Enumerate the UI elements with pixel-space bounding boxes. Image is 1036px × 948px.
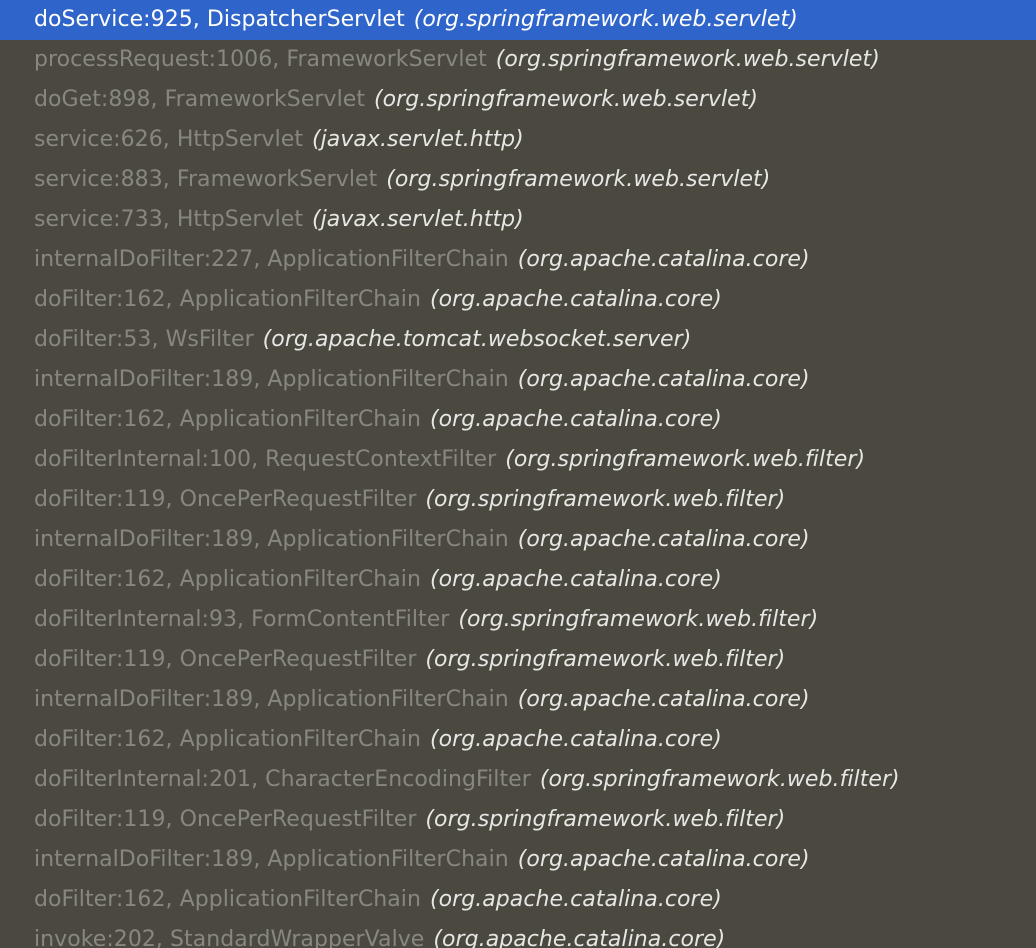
frame-package: (org.springframework.web.filter) — [539, 767, 900, 792]
frame-row[interactable]: doFilter:119, OncePerRequestFilter (org.s… — [0, 800, 1036, 840]
frame-method: doFilterInternal:100, RequestContextFilt… — [34, 447, 497, 472]
frame-method: doFilter:162, ApplicationFilterChain — [34, 567, 421, 592]
frame-package: (javax.servlet.http) — [312, 127, 524, 152]
frame-row[interactable]: invoke:202, StandardWrapperValve (org.apa… — [0, 920, 1036, 948]
frame-method: service:626, HttpServlet — [34, 127, 303, 152]
frame-row[interactable]: doFilterInternal:93, FormContentFilter (o… — [0, 600, 1036, 640]
frame-method: doService:925, DispatcherServlet — [34, 7, 405, 32]
frame-row[interactable]: doFilter:119, OncePerRequestFilter (org.s… — [0, 640, 1036, 680]
frame-row[interactable]: processRequest:1006, FrameworkServlet (or… — [0, 40, 1036, 80]
frame-package: (javax.servlet.http) — [312, 207, 524, 232]
frame-package: (org.apache.catalina.core) — [429, 407, 722, 432]
frame-method: doFilter:162, ApplicationFilterChain — [34, 407, 421, 432]
frame-row[interactable]: doFilter:53, WsFilter (org.apache.tomcat.… — [0, 320, 1036, 360]
frame-package: (org.apache.catalina.core) — [517, 687, 810, 712]
frame-row[interactable]: doFilter:119, OncePerRequestFilter (org.s… — [0, 480, 1036, 520]
frame-row[interactable]: service:883, FrameworkServlet (org.spring… — [0, 160, 1036, 200]
frame-method: doFilter:53, WsFilter — [34, 327, 254, 352]
frame-method: internalDoFilter:189, ApplicationFilterC… — [34, 687, 509, 712]
frame-row[interactable]: internalDoFilter:189, ApplicationFilterC… — [0, 360, 1036, 400]
frame-method: doGet:898, FrameworkServlet — [34, 87, 365, 112]
frame-row[interactable]: doFilter:162, ApplicationFilterChain (org… — [0, 400, 1036, 440]
frame-package: (org.apache.catalina.core) — [429, 887, 722, 912]
frame-method: service:733, HttpServlet — [34, 207, 303, 232]
frame-package: (org.springframework.web.filter) — [505, 447, 866, 472]
frame-package: (org.apache.catalina.core) — [517, 527, 810, 552]
frame-method: doFilter:162, ApplicationFilterChain — [34, 727, 421, 752]
frame-package: (org.springframework.web.filter) — [458, 607, 819, 632]
frame-package: (org.springframework.web.filter) — [425, 807, 786, 832]
frame-package: (org.apache.tomcat.websocket.server) — [262, 327, 692, 352]
frame-row[interactable]: doFilter:162, ApplicationFilterChain (org… — [0, 880, 1036, 920]
frame-package: (org.apache.catalina.core) — [517, 847, 810, 872]
frame-method: doFilter:162, ApplicationFilterChain — [34, 887, 421, 912]
frame-package: (org.springframework.web.servlet) — [386, 167, 771, 192]
frame-row[interactable]: internalDoFilter:227, ApplicationFilterC… — [0, 240, 1036, 280]
frame-method: internalDoFilter:189, ApplicationFilterC… — [34, 367, 509, 392]
frame-package: (org.apache.catalina.core) — [517, 247, 810, 272]
frame-row-selected[interactable]: doService:925, DispatcherServlet (org.spr… — [0, 0, 1036, 40]
frame-package: (org.apache.catalina.core) — [429, 567, 722, 592]
frame-row[interactable]: doFilter:162, ApplicationFilterChain (org… — [0, 280, 1036, 320]
frame-method: doFilterInternal:201, CharacterEncodingF… — [34, 767, 531, 792]
frame-row[interactable]: doGet:898, FrameworkServlet (org.springfr… — [0, 80, 1036, 120]
frame-package: (org.apache.catalina.core) — [429, 287, 722, 312]
frame-row[interactable]: doFilter:162, ApplicationFilterChain (org… — [0, 560, 1036, 600]
frame-method: doFilterInternal:93, FormContentFilter — [34, 607, 450, 632]
frame-row[interactable]: doFilterInternal:201, CharacterEncodingF… — [0, 760, 1036, 800]
frame-package: (org.springframework.web.servlet) — [413, 7, 798, 32]
frame-package: (org.springframework.web.filter) — [425, 487, 786, 512]
frame-row[interactable]: internalDoFilter:189, ApplicationFilterC… — [0, 680, 1036, 720]
frame-method: processRequest:1006, FrameworkServlet — [34, 47, 487, 72]
frame-package: (org.springframework.web.servlet) — [374, 87, 759, 112]
frame-row[interactable]: internalDoFilter:189, ApplicationFilterC… — [0, 520, 1036, 560]
frame-method: doFilter:119, OncePerRequestFilter — [34, 807, 417, 832]
debugger-frames-panel: doService:925, DispatcherServlet (org.spr… — [0, 0, 1036, 948]
frame-package: (org.springframework.web.filter) — [425, 647, 786, 672]
frame-row[interactable]: doFilter:162, ApplicationFilterChain (org… — [0, 720, 1036, 760]
frame-method: doFilter:119, OncePerRequestFilter — [34, 487, 417, 512]
frames-list: doService:925, DispatcherServlet (org.spr… — [0, 0, 1036, 948]
frame-package: (org.apache.catalina.core) — [517, 367, 810, 392]
frame-method: internalDoFilter:227, ApplicationFilterC… — [34, 247, 509, 272]
frame-method: internalDoFilter:189, ApplicationFilterC… — [34, 527, 509, 552]
frame-method: invoke:202, StandardWrapperValve — [34, 927, 425, 948]
frame-method: doFilter:119, OncePerRequestFilter — [34, 647, 417, 672]
frame-row[interactable]: service:626, HttpServlet (javax.servlet.h… — [0, 120, 1036, 160]
frame-package: (org.apache.catalina.core) — [433, 927, 726, 948]
frame-method: doFilter:162, ApplicationFilterChain — [34, 287, 421, 312]
frame-package: (org.apache.catalina.core) — [429, 727, 722, 752]
frame-package: (org.springframework.web.servlet) — [495, 47, 880, 72]
frame-method: internalDoFilter:189, ApplicationFilterC… — [34, 847, 509, 872]
frame-row[interactable]: service:733, HttpServlet (javax.servlet.h… — [0, 200, 1036, 240]
frame-row[interactable]: doFilterInternal:100, RequestContextFilt… — [0, 440, 1036, 480]
frame-method: service:883, FrameworkServlet — [34, 167, 378, 192]
frame-row[interactable]: internalDoFilter:189, ApplicationFilterC… — [0, 840, 1036, 880]
